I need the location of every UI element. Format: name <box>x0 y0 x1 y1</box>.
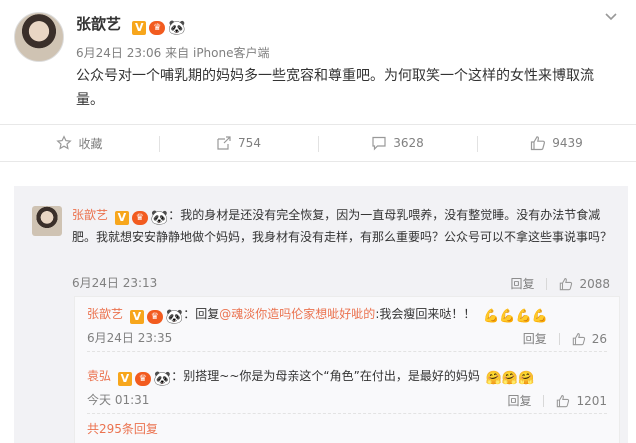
strong-arm-emoji: 💪💪💪💪 <box>483 307 548 324</box>
favorite-button[interactable]: 收藏 <box>0 125 159 161</box>
reply-item: 袁弘 V ♛ 🐼 ：别搭理~~你是为母亲这个“角色”在付出，是最好的妈妈 🤗🤗🤗 <box>87 367 534 388</box>
comment-item: 张歆艺 V ♛ 🐼 ：我的身材是还没有完全恢复，因为一直母乳喂养，没有整觉睡。没… <box>72 204 618 248</box>
hug-icon: 🤗 <box>518 371 535 386</box>
post-action-bar: 收藏 754 3628 9439 <box>0 124 636 162</box>
comment-button[interactable]: 3628 <box>318 125 477 161</box>
comment-author[interactable]: 张歆艺 <box>72 208 108 222</box>
hug-icon: 🤗 <box>501 371 519 386</box>
panda-icon: 🐼 <box>165 309 184 325</box>
like-button[interactable]: 9439 <box>477 125 636 161</box>
vip-crown-icon[interactable]: ♛ <box>134 372 151 386</box>
post-date[interactable]: 6月24日 23:06 <box>76 46 161 60</box>
thumbs-up-icon <box>531 136 546 151</box>
favorite-label: 收藏 <box>78 136 103 151</box>
post-author-name[interactable]: 张歆艺 <box>76 15 121 33</box>
commenter-avatar[interactable] <box>32 206 62 236</box>
verified-v-icon[interactable]: V <box>129 310 144 324</box>
star-icon <box>56 135 73 150</box>
chevron-down-icon[interactable] <box>604 10 618 24</box>
vip-crown-icon[interactable]: ♛ <box>146 310 163 324</box>
reply-actions: 回复 26 <box>523 330 607 347</box>
panda-icon: 🐼 <box>150 210 169 226</box>
repost-icon <box>217 136 231 150</box>
reply-actions: 回复 1201 <box>507 392 607 409</box>
post-source[interactable]: iPhone客户端 <box>193 46 270 60</box>
divider <box>543 394 545 407</box>
strong-arm-icon: 💪 <box>483 309 500 324</box>
reply-time: 今天 01:31 <box>87 393 150 407</box>
post-source-prefix: 来自 <box>165 46 190 60</box>
strong-arm-icon: 💪 <box>515 309 532 324</box>
comment-actions: 回复 2088 <box>510 275 610 292</box>
reply-like-count: 1201 <box>576 393 607 408</box>
reply-author-badges: V ♛ 🐼 <box>117 371 172 387</box>
reply-like-count: 26 <box>591 331 607 346</box>
strong-arm-icon: 💪 <box>531 309 548 324</box>
reply-time: 6月24日 23:35 <box>87 331 173 345</box>
reply-author-badges: V ♛ 🐼 <box>129 309 184 325</box>
mention-link[interactable]: @魂淡你造吗伦家想呲好呲的 <box>219 307 375 321</box>
reply-button[interactable]: 回复 <box>523 330 547 347</box>
verified-v-icon[interactable]: V <box>114 211 129 225</box>
reply-author[interactable]: 袁弘 <box>87 369 111 383</box>
panda-icon: 🐼 <box>168 20 186 36</box>
repost-button[interactable]: 754 <box>159 125 318 161</box>
thumbs-up-icon[interactable] <box>556 394 570 408</box>
weibo-post-view: 张歆艺 V ♛ 🐼 6月24日 23:06 来自 iPhone客户端 公众号对一… <box>0 0 636 443</box>
comment-time: 6月24日 23:13 <box>72 276 158 290</box>
divider <box>558 332 560 345</box>
comment-icon <box>372 136 386 151</box>
more-replies-link[interactable]: 共295条回复 <box>87 420 158 437</box>
thumbs-up-icon[interactable] <box>572 332 586 346</box>
post-body-text: 公众号对一个哺乳期的妈妈多一些宽容和尊重吧。为何取笑一个这样的女性来博取流量。 <box>76 68 594 108</box>
panda-icon: 🐼 <box>153 371 172 387</box>
reply-button[interactable]: 回复 <box>507 392 531 409</box>
comment-author-badges: V ♛ 🐼 <box>114 210 169 226</box>
vip-crown-icon[interactable]: ♛ <box>149 21 166 35</box>
comment-section: 张歆艺 V ♛ 🐼 ：我的身材是还没有完全恢复，因为一直母乳喂养，没有整觉睡。没… <box>14 186 628 443</box>
reply-text: :我会瘦回来哒！！ <box>375 307 476 321</box>
reply-prefix: ：回复 <box>183 307 220 321</box>
post-meta: 6月24日 23:06 来自 iPhone客户端 <box>76 44 270 61</box>
verified-v-icon[interactable]: V <box>117 372 132 386</box>
spacer <box>0 162 636 186</box>
divider <box>87 351 607 352</box>
divider <box>87 413 607 414</box>
post-author-line: 张歆艺 V ♛ 🐼 <box>76 13 186 35</box>
reply-item: 张歆艺 V ♛ 🐼 ：回复@魂淡你造吗伦家想呲好呲的:我会瘦回来哒！！ 💪💪💪💪 <box>87 305 548 326</box>
comment-like-count: 2088 <box>579 276 610 291</box>
repost-count: 754 <box>238 136 261 150</box>
reply-author[interactable]: 张歆艺 <box>87 307 123 321</box>
thumbs-up-icon[interactable] <box>559 277 573 291</box>
author-badges: V ♛ 🐼 <box>132 20 186 36</box>
hug-icon: 🤗 <box>485 371 502 386</box>
reply-button[interactable]: 回复 <box>510 275 534 292</box>
divider <box>546 277 548 290</box>
author-avatar[interactable] <box>14 12 64 62</box>
reply-text: ：别搭理~~你是为母亲这个“角色”在付出，是最好的妈妈 <box>171 369 480 383</box>
hug-emoji: 🤗🤗🤗 <box>486 369 535 386</box>
verified-v-icon[interactable]: V <box>132 21 147 35</box>
reply-thread: 张歆艺 V ♛ 🐼 ：回复@魂淡你造吗伦家想呲好呲的:我会瘦回来哒！！ 💪💪💪💪… <box>74 296 620 443</box>
vip-crown-icon[interactable]: ♛ <box>131 211 148 225</box>
comment-count: 3628 <box>393 136 424 150</box>
strong-arm-icon: 💪 <box>499 309 516 324</box>
like-count: 9439 <box>552 136 583 150</box>
